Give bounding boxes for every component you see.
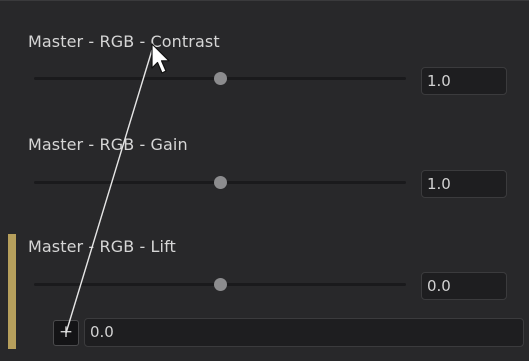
expression-field[interactable]: 0.0 (84, 318, 524, 347)
value-field-lift[interactable]: 0.0 (421, 272, 507, 300)
selected-param-indicator (8, 234, 16, 349)
value-field-contrast[interactable]: 1.0 (421, 67, 507, 95)
slider-knob-lift[interactable] (214, 278, 227, 291)
param-label-lift: Master - RGB - Lift (28, 237, 176, 256)
parameter-panel: Master - RGB - Contrast 1.0 Master - RGB… (0, 0, 529, 361)
slider-knob-gain[interactable] (214, 176, 227, 189)
param-label-gain: Master - RGB - Gain (28, 135, 188, 154)
slider-knob-contrast[interactable] (214, 72, 227, 85)
expression-pick-button[interactable]: + (53, 320, 79, 346)
value-field-gain[interactable]: 1.0 (421, 170, 507, 198)
param-label-contrast: Master - RGB - Contrast (28, 32, 220, 51)
